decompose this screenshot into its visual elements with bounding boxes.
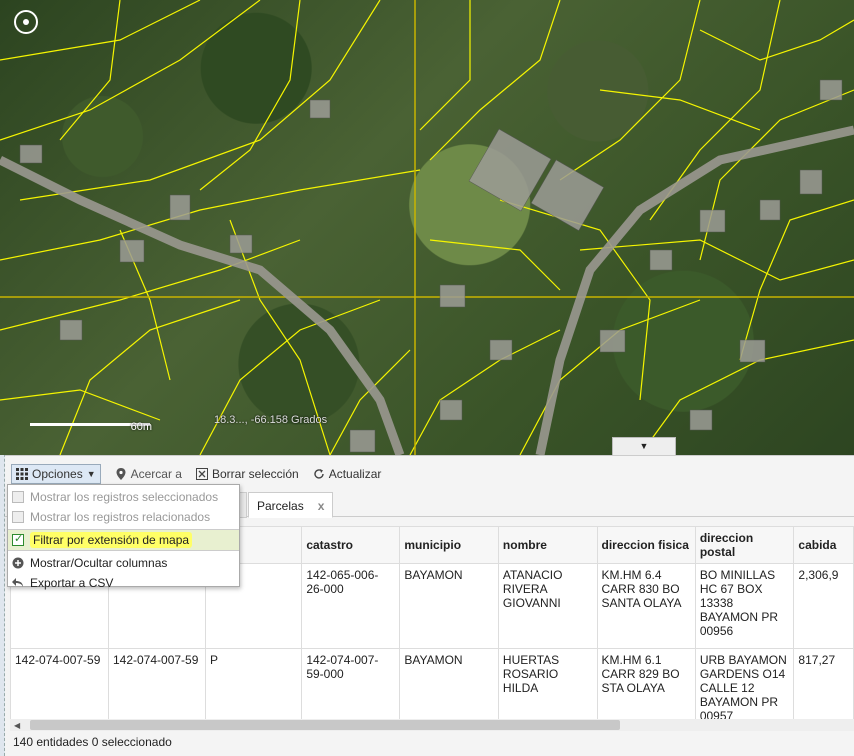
attribute-toolbar: Opciones ▼ Acercar a Borrar selección Ac… xyxy=(5,462,854,486)
scroll-left-icon[interactable]: ◀ xyxy=(14,721,20,730)
checkbox-checked-icon[interactable] xyxy=(12,532,24,546)
zoom-to-label: Acercar a xyxy=(130,467,182,481)
clear-box-icon xyxy=(195,468,208,480)
scale-bar: 60m xyxy=(30,417,152,433)
menu-item-label: Mostrar/Ocultar columnas xyxy=(30,556,168,570)
menu-item-label: Exportar a CSV xyxy=(30,576,114,590)
locate-icon[interactable] xyxy=(14,10,38,34)
table-cell: BAYAMON xyxy=(399,563,499,649)
column-header-catastro[interactable]: catastro xyxy=(301,526,401,564)
close-icon[interactable]: x xyxy=(318,499,325,513)
clear-selection-button[interactable]: Borrar selección xyxy=(195,467,299,481)
refresh-label: Actualizar xyxy=(328,467,382,481)
map-pin-icon xyxy=(116,468,126,480)
table-cell: ATANACIO RIVERA GIOVANNI xyxy=(497,563,598,649)
previous-tab[interactable] xyxy=(239,492,247,518)
horizontal-scrollbar[interactable]: ◀ xyxy=(10,719,854,731)
clear-selection-label: Borrar selección xyxy=(211,467,299,481)
column-header-nombre[interactable]: nombre xyxy=(497,526,598,564)
table-cell: 817,27 xyxy=(793,648,854,719)
tab-label: Parcelas xyxy=(257,499,304,513)
column-header-direccion-fisica[interactable]: direccion fisica xyxy=(596,526,696,564)
column-header-cabida[interactable]: cabida xyxy=(793,526,854,564)
table-cell: P xyxy=(205,648,303,719)
collapse-panel-button[interactable]: ▼ xyxy=(612,437,676,455)
table-cell: 142-074-007-59 xyxy=(10,648,109,719)
menu-item-filter-map-extent[interactable]: Filtrar por extensión de mapa xyxy=(8,529,239,551)
chevron-down-icon: ▼ xyxy=(86,469,96,479)
column-header-municipio[interactable]: municipio xyxy=(399,526,499,564)
table-cell: HUERTAS ROSARIO HILDA xyxy=(497,648,598,719)
zoom-to-button[interactable]: Acercar a xyxy=(115,467,182,481)
menu-item-show-related[interactable]: Mostrar los registros relacionados xyxy=(8,507,239,527)
table-cell: 142-065-006-26-000 xyxy=(301,563,401,649)
scrollbar-thumb[interactable] xyxy=(30,720,620,730)
menu-item-label: Mostrar los registros seleccionados xyxy=(30,490,219,504)
table-cell: URB BAYAMON GARDENS O14 CALLE 12 BAYAMON… xyxy=(694,648,795,719)
coordinates-readout: 18.3..., -66.158 Grados xyxy=(214,414,328,426)
menu-item-label: Filtrar por extensión de mapa xyxy=(30,532,193,548)
menu-item-export-csv[interactable]: Exportar a CSV xyxy=(8,573,239,593)
tab-parcelas[interactable]: Parcelas x xyxy=(248,492,334,518)
table-row[interactable]: 142-074-007-59 142-074-007-59 P 142-074-… xyxy=(10,648,854,719)
options-dropdown-menu: Mostrar los registros seleccionados Most… xyxy=(7,484,240,590)
table-cell: KM.HM 6.4 CARR 830 BO SANTA OLAYA xyxy=(596,563,696,649)
status-text: 140 entidades 0 seleccionado xyxy=(13,735,172,749)
table-cell: 142-074-007-59 xyxy=(107,648,207,719)
menu-item-label: Mostrar los registros relacionados xyxy=(30,510,211,524)
checkbox-icon xyxy=(12,491,24,503)
caret-down-icon: ▼ xyxy=(639,441,649,451)
grid-icon xyxy=(16,468,28,480)
parcel-lines xyxy=(0,0,854,455)
table-cell: 142-074-007-59-000 xyxy=(301,648,401,719)
options-button[interactable]: Opciones ▼ xyxy=(11,464,101,484)
plus-circle-icon xyxy=(12,557,24,569)
refresh-icon xyxy=(314,469,324,479)
table-cell: 2,306,9 xyxy=(793,563,854,649)
export-arrow-icon xyxy=(12,578,23,587)
column-header-direccion-postal[interactable]: direccion postal xyxy=(694,526,795,564)
checkbox-icon xyxy=(12,511,24,523)
table-cell: BO MINILLAS HC 67 BOX 13338 BAYAMON PR 0… xyxy=(694,563,795,649)
table-cell: KM.HM 6.1 CARR 829 BO STA OLAYA xyxy=(596,648,696,719)
table-cell: BAYAMON xyxy=(399,648,499,719)
refresh-button[interactable]: Actualizar xyxy=(313,467,382,481)
menu-item-toggle-columns[interactable]: Mostrar/Ocultar columnas xyxy=(8,553,239,573)
menu-item-show-selected[interactable]: Mostrar los registros seleccionados xyxy=(8,487,239,507)
options-label: Opciones xyxy=(32,467,83,481)
map-view[interactable]: 60m 18.3..., -66.158 Grados ▼ xyxy=(0,0,854,455)
scale-label: 60m xyxy=(130,421,152,433)
